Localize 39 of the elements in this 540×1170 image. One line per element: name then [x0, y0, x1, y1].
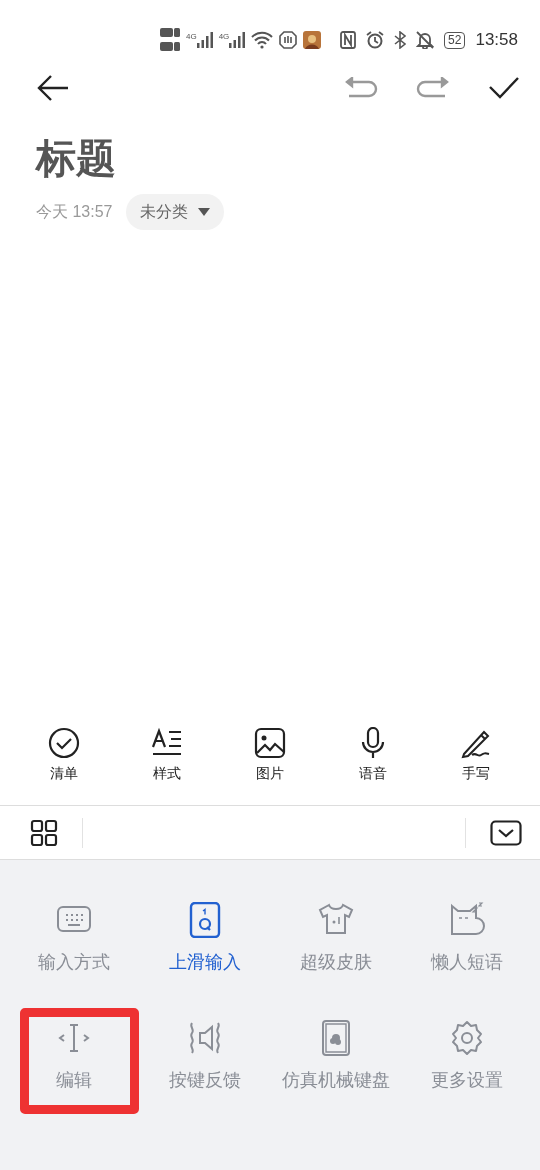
hide-keyboard-button[interactable]	[490, 819, 522, 846]
clock: 13:58	[475, 30, 518, 50]
alarm-icon	[366, 31, 385, 49]
app-icon	[303, 31, 322, 49]
network-type: 4G	[218, 32, 230, 41]
confirm-button[interactable]	[488, 76, 520, 100]
keyboard-menu-item[interactable]: 更多设置	[401, 996, 532, 1114]
battery-level: 52	[448, 33, 462, 47]
dropdown-caret-icon	[198, 208, 211, 216]
image-icon	[253, 727, 286, 759]
nfc-icon	[340, 31, 357, 49]
redo-button[interactable]	[416, 77, 450, 99]
signal-icon	[229, 32, 246, 48]
bluetooth-icon	[394, 31, 407, 49]
toolbar-button[interactable]: 图片	[234, 727, 305, 805]
toolbar-button[interactable]: 语音	[338, 727, 409, 805]
signal-icon	[196, 32, 213, 48]
category-dropdown[interactable]: 未分类	[126, 194, 225, 230]
muted-bell-icon	[416, 31, 435, 49]
menu-grid-icon[interactable]	[30, 818, 58, 847]
sleeping-cat-icon	[448, 902, 485, 938]
toolbar-button[interactable]: 手写	[441, 727, 512, 805]
back-button[interactable]	[36, 73, 70, 103]
keyboard-menu-item[interactable]: 按键反馈	[139, 996, 270, 1114]
keyboard-menu-item[interactable]: 超级皮肤	[270, 878, 401, 996]
keyboard-menu-item[interactable]: 懒人短语	[401, 878, 532, 996]
note-date: 今天 13:57	[36, 201, 113, 222]
wifi-icon	[251, 31, 274, 49]
undo-button[interactable]	[344, 77, 378, 99]
toolbar-button[interactable]: 样式	[131, 727, 202, 805]
keyboard-menu-item[interactable]: 仿真机械键盘	[270, 996, 401, 1114]
network-type: 4G	[186, 32, 197, 41]
toolbar-button[interactable]: 清单	[28, 727, 99, 805]
keyboard-menu-item[interactable]: 上滑输入	[139, 878, 270, 996]
keyboard-menu-item[interactable]: 编辑	[8, 996, 139, 1114]
note-title[interactable]: 标题	[36, 130, 504, 186]
checklist-icon	[47, 727, 80, 759]
sim-card-icon	[160, 26, 180, 54]
keyboard-menu-item[interactable]: 输入方式	[8, 878, 139, 996]
